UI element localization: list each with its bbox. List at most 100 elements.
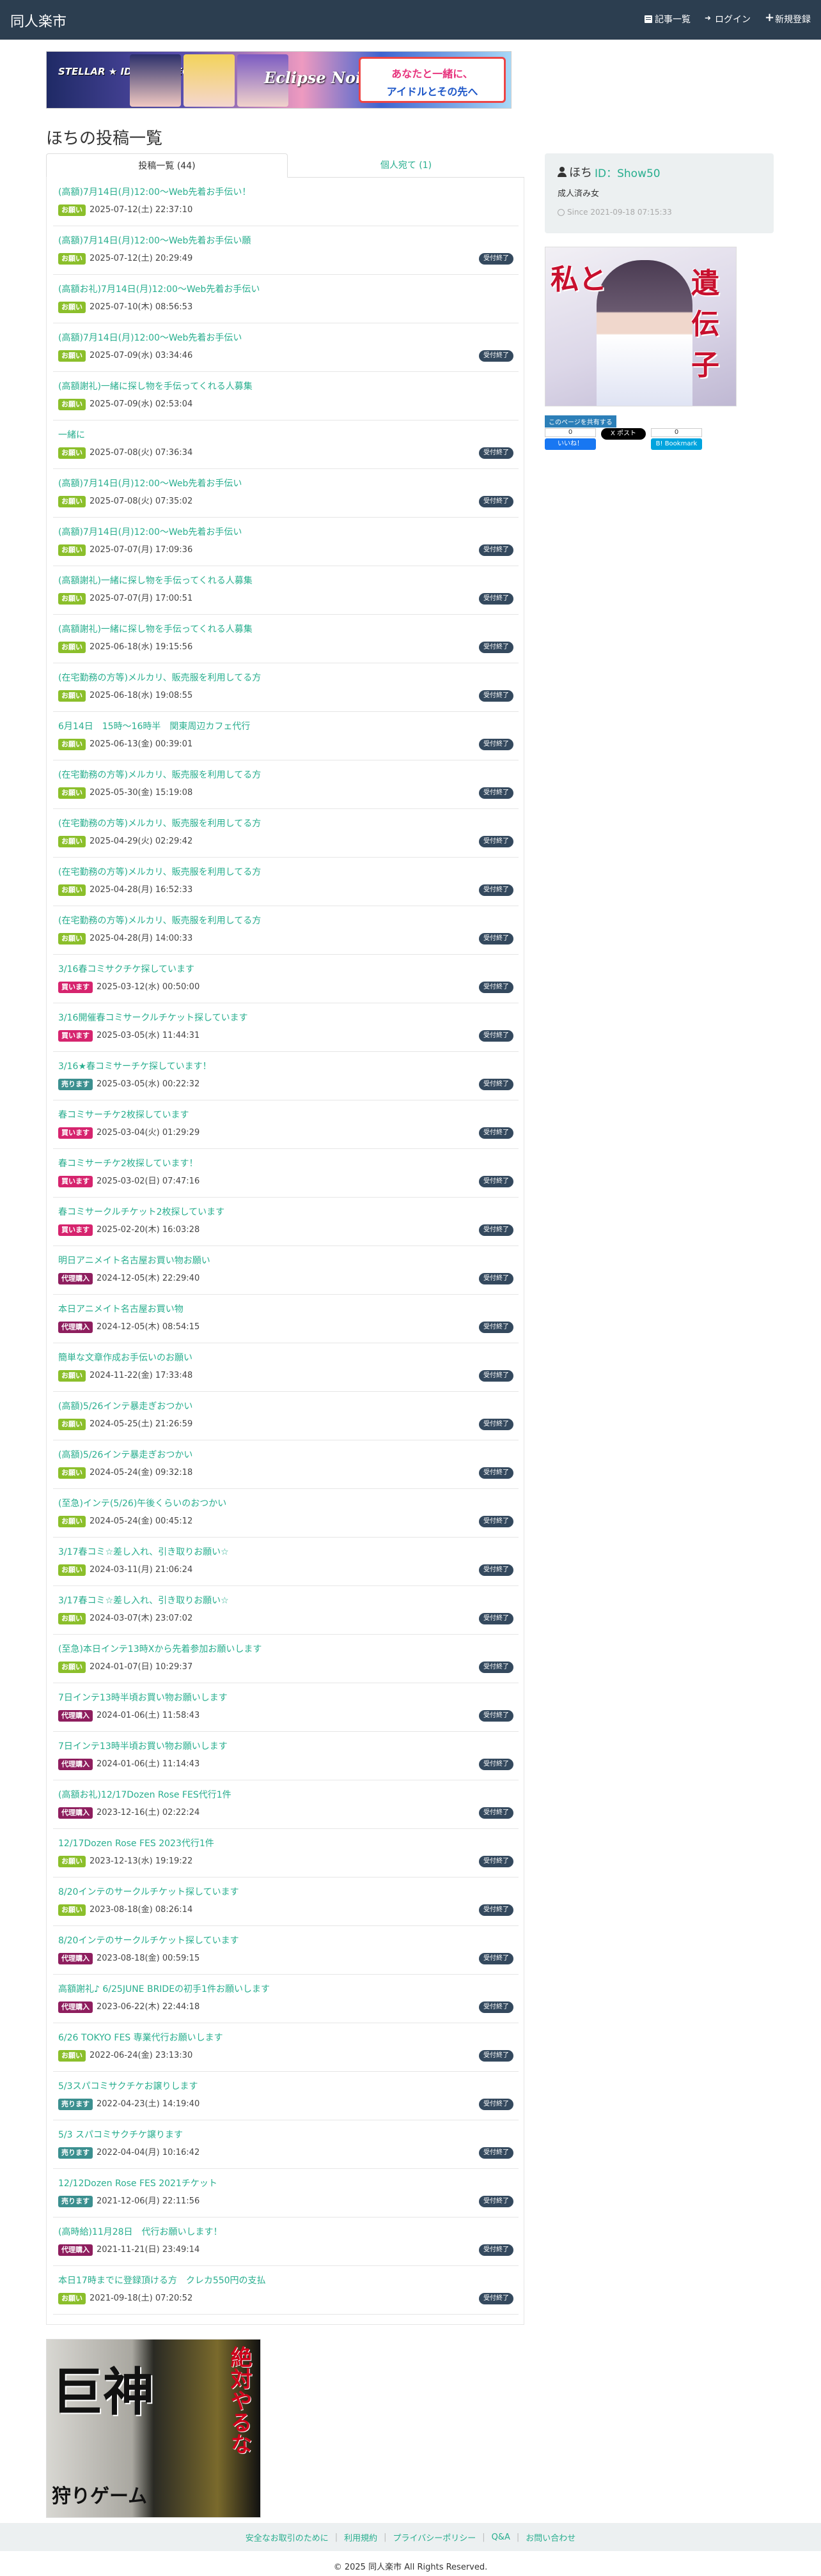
post-date: 2024-12-05(木) 08:54:15 — [97, 1322, 200, 1332]
post-title-link[interactable]: 高額謝礼♪ 6/25JUNE BRIDEの初手1件お願いします — [58, 1982, 270, 1995]
post-closed-badge: 受付終了 — [479, 1759, 513, 1770]
bottom-ad-title: 巨神 — [52, 2362, 154, 2422]
post-title-link[interactable]: 本日アニメイト名古屋お買い物 — [58, 1302, 184, 1315]
footer-separator: | — [516, 2532, 520, 2542]
post-row: (高額謝礼)一緒に探し物を手伝ってくれる人募集 お願い 2025-07-07(月) … — [53, 566, 519, 615]
post-title-link[interactable]: (高時給)11月28日 代行お願いします！ — [58, 2225, 223, 2238]
post-title-link[interactable]: (在宅勤務の方等)メルカリ、販売服を利用してる方 — [58, 865, 261, 878]
post-date: 2025-02-20(木) 16:03:28 — [97, 1225, 200, 1235]
post-title-link[interactable]: (高額)5/26インテ暴走ぎおつかい — [58, 1448, 192, 1461]
post-closed-badge: 受付終了 — [479, 1904, 513, 1916]
post-closed-badge: 受付終了 — [479, 1224, 513, 1236]
tab-posts[interactable]: 投稿一覧 (44) — [46, 153, 288, 178]
hatena-bookmark-button[interactable]: B! Bookmark — [651, 438, 702, 450]
post-list: (高額)7月14日(月)12:00〜Web先着お手伝い！ お願い 2025-07-1… — [46, 178, 524, 2325]
post-title-link[interactable]: (高額)5/26インテ暴走ぎおつかい — [58, 1400, 192, 1412]
post-date: 2022-04-04(月) 10:16:42 — [97, 2148, 200, 2157]
post-title-link[interactable]: 3/16開催春コミサークルチケット探しています — [58, 1011, 248, 1024]
profile-id-link[interactable]: ID：Show50 — [595, 164, 661, 180]
post-title-link[interactable]: (高額お礼)12/17Dozen Rose FES代行1件 — [58, 1788, 231, 1801]
footer-link-terms[interactable]: 利用規約 — [344, 2531, 377, 2543]
post-title-link[interactable]: 3/16★春コミサーチケ探しています！ — [58, 1060, 212, 1072]
footer-link-safety[interactable]: 安全なお取引のために — [246, 2531, 329, 2543]
facebook-like-button[interactable]: いいね！ — [545, 438, 596, 450]
post-category-badge: お願い — [58, 2050, 86, 2062]
nav-login-link[interactable]: ログイン — [705, 13, 751, 26]
post-title-link[interactable]: 3/17春コミ☆差し入れ、引き取りお願い☆ — [58, 1594, 229, 1607]
post-category-badge: 売ります — [58, 1079, 93, 1090]
post-title-link[interactable]: 6/26 TOKYO FES 専業代行お願いします — [58, 2031, 223, 2044]
post-title-link[interactable]: 7日インテ13時半頃お買い物お願いします — [58, 1739, 228, 1752]
post-title-link[interactable]: (至急)インテ(5/26)午後くらいのおつかい — [58, 1497, 226, 1509]
bottom-ad[interactable]: 巨神 狩りゲーム 絶対やるな — [46, 2339, 261, 2518]
post-closed-badge: 受付終了 — [479, 1322, 513, 1333]
post-title-link[interactable]: 5/3スパコミサクチケお譲りします — [58, 2079, 198, 2092]
post-closed-badge: 受付終了 — [479, 1662, 513, 1673]
post-title-link[interactable]: 3/16春コミサクチケ探しています — [58, 962, 194, 975]
post-row: (高額)7月14日(月)12:00〜Web先着お手伝い お願い 2025-07-08… — [53, 469, 519, 518]
post-date: 2025-06-18(水) 19:15:56 — [90, 642, 193, 652]
post-title-link[interactable]: 7日インテ13時半頃お買い物お願いします — [58, 1691, 228, 1704]
post-title-link[interactable]: 6月14日 15時〜16時半 関東周辺カフェ代行 — [58, 720, 250, 732]
post-title-link[interactable]: (在宅勤務の方等)メルカリ、販売服を利用してる方 — [58, 914, 261, 927]
post-row: (在宅勤務の方等)メルカリ、販売服を利用してる方 お願い 2025-04-28(月)… — [53, 906, 519, 955]
nav-register-link[interactable]: 新規登録 — [765, 11, 811, 26]
post-category-badge: お願い — [58, 1662, 86, 1673]
post-closed-badge: 受付終了 — [479, 544, 513, 556]
post-title-link[interactable]: (高額)7月14日(月)12:00〜Web先着お手伝い！ — [58, 185, 251, 198]
post-title-link[interactable]: 12/17Dozen Rose FES 2023代行1件 — [58, 1837, 214, 1849]
post-title-link[interactable]: (在宅勤務の方等)メルカリ、販売服を利用してる方 — [58, 768, 261, 781]
post-title-link[interactable]: 一緒に — [58, 428, 85, 441]
footer-link-privacy[interactable]: プライバシーポリシー — [393, 2531, 476, 2543]
post-title-link[interactable]: 明日アニメイト名古屋お買い物お願い — [58, 1254, 210, 1267]
post-title-link[interactable]: (在宅勤務の方等)メルカリ、販売服を利用してる方 — [58, 817, 261, 829]
footer-link-contact[interactable]: お問い合わせ — [526, 2531, 575, 2543]
post-title-link[interactable]: (高額お礼)7月14日(月)12:00〜Web先着お手伝い — [58, 282, 260, 295]
post-category-badge: お願い — [58, 204, 86, 216]
post-closed-badge: 受付終了 — [479, 1613, 513, 1624]
x-post-button[interactable]: X ポスト — [601, 428, 646, 440]
post-title-link[interactable]: (至急)本日インテ13時Xから先着参加お願いします — [58, 1642, 262, 1655]
post-title-link[interactable]: 12/12Dozen Rose FES 2021チケット — [58, 2177, 217, 2189]
post-title-link[interactable]: 簡単な文章作成お手伝いのお願い — [58, 1351, 192, 1364]
post-title-link[interactable]: (高額謝礼)一緒に探し物を手伝ってくれる人募集 — [58, 380, 253, 392]
brand-logo[interactable]: 同人楽市 — [10, 10, 66, 31]
post-row: (在宅勤務の方等)メルカリ、販売服を利用してる方 お願い 2025-04-28(月)… — [53, 858, 519, 906]
nav-articles-link[interactable]: 記事一覧 — [645, 13, 691, 26]
post-category-badge: お願い — [58, 1419, 86, 1430]
post-closed-badge: 受付終了 — [479, 2050, 513, 2062]
post-title-link[interactable]: 8/20インテのサークルチケット探しています — [58, 1885, 239, 1898]
footer-separator: | — [482, 2532, 485, 2542]
post-title-link[interactable]: (高額)7月14日(月)12:00〜Web先着お手伝い願 — [58, 234, 251, 247]
post-row: 春コミサークルチケット2枚探しています 買います 2025-02-20(木) 16:… — [53, 1198, 519, 1246]
navbar: 同人楽市 記事一覧 ログイン 新規登録 — [0, 0, 821, 40]
post-title-link[interactable]: (高額)7月14日(月)12:00〜Web先着お手伝い — [58, 525, 242, 538]
post-title-link[interactable]: 春コミサークルチケット2枚探しています — [58, 1205, 224, 1218]
post-title-link[interactable]: 8/20インテのサークルチケット探しています — [58, 1934, 239, 1947]
post-closed-badge: 受付終了 — [479, 642, 513, 653]
post-title-link[interactable]: 3/17春コミ☆差し入れ、引き取りお願い☆ — [58, 1545, 229, 1558]
footer-link-qa[interactable]: Q&A — [492, 2533, 510, 2542]
post-date: 2025-03-02(日) 07:47:16 — [97, 1176, 200, 1186]
top-banner-ad[interactable]: STELLAR ★ IDOL PROJECT Eclipse Noire あなた… — [46, 51, 512, 109]
post-title-link[interactable]: (高額)7月14日(月)12:00〜Web先着お手伝い — [58, 331, 242, 344]
bottom-ad-tagline: 絶対やるな — [226, 2346, 252, 2455]
post-closed-badge: 受付終了 — [479, 1856, 513, 1867]
post-date: 2021-11-21(日) 23:49:14 — [97, 2245, 200, 2255]
post-title-link[interactable]: (高額謝礼)一緒に探し物を手伝ってくれる人募集 — [58, 622, 253, 635]
post-date: 2025-04-28(月) 14:00:33 — [90, 934, 193, 943]
tab-personal[interactable]: 個人宛て (1) — [288, 153, 524, 178]
post-title-link[interactable]: (在宅勤務の方等)メルカリ、販売服を利用してる方 — [58, 671, 261, 684]
post-title-link[interactable]: 本日17時までに登録頂ける方 クレカ550円の支払 — [58, 2274, 266, 2287]
post-row: 3/16開催春コミサークルチケット探しています 買います 2025-03-05(水)… — [53, 1003, 519, 1052]
post-title-link[interactable]: 春コミサーチケ2枚探しています — [58, 1108, 189, 1121]
post-title-link[interactable]: (高額謝礼)一緒に探し物を手伝ってくれる人募集 — [58, 574, 253, 587]
sidebar-ad[interactable]: 私と 遺伝子 — [545, 247, 737, 406]
post-row: 高額謝礼♪ 6/25JUNE BRIDEの初手1件お願いします 代理購入 2023-… — [53, 1975, 519, 2023]
page-title: ほちの投稿一覧 — [46, 129, 163, 148]
post-category-badge: お願い — [58, 1370, 86, 1382]
post-title-link[interactable]: 春コミサーチケ2枚探しています！ — [58, 1157, 198, 1169]
post-title-link[interactable]: (高額)7月14日(月)12:00〜Web先着お手伝い — [58, 477, 242, 490]
post-title-link[interactable]: 5/3 スパコミサクチケ譲ります — [58, 2128, 183, 2141]
post-category-badge: 買います — [58, 1176, 93, 1187]
